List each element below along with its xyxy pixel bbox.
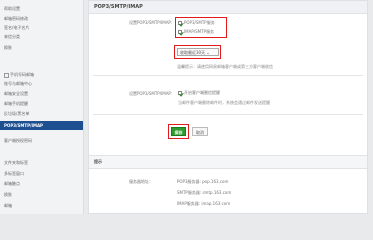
sidebar-item-label: 账号与邮箱中心 bbox=[4, 81, 32, 86]
sidebar-item-label: 客户端授权密码 bbox=[4, 138, 32, 143]
sidebar-item[interactable]: 邮箱密码修改 bbox=[4, 16, 28, 21]
delete-notice-option[interactable]: 开启客户端删信提醒 bbox=[178, 90, 220, 95]
imap-option[interactable]: IMAP/SMTP服务 bbox=[178, 29, 214, 34]
page-title: POP3/SMTP/IMAP bbox=[94, 4, 143, 10]
sidebar-item[interactable]: 文件夹和标签 bbox=[4, 160, 28, 165]
pop3-label: POP3/SMTP服务 bbox=[184, 20, 215, 25]
sidebar-item-label: 邮箱 bbox=[4, 203, 12, 208]
sidebar-item[interactable]: 换肤 bbox=[4, 45, 12, 50]
sidebar-item-label: 手机号码邮箱 bbox=[10, 72, 34, 77]
sidebar-item-label: 换肤 bbox=[4, 192, 12, 197]
sidebar-item-label: 邮箱安全设置 bbox=[4, 91, 28, 96]
pop3-checkbox[interactable] bbox=[178, 21, 182, 25]
server-address: SMTP服务器: smtp.163.com bbox=[177, 190, 232, 195]
settings-sidebar: 帮助设置 邮箱密码修改 签名/电子名片 来信分类 换肤 手机号码邮箱 账号与邮箱中心 邮箱安全… bbox=[0, 0, 84, 214]
sidebar-item[interactable]: 换肤 bbox=[4, 192, 12, 197]
sidebar-item[interactable]: 邮箱安全设置 bbox=[4, 91, 28, 96]
section-header: 提示 bbox=[89, 155, 367, 169]
setting-label: 设置POP3/SMTP/IMAP: bbox=[129, 20, 173, 25]
sidebar-item-label: 文件夹和标签 bbox=[4, 160, 28, 165]
main-panel: POP3/SMTP/IMAP 设置POP3/SMTP/IMAP: POP3/SM… bbox=[88, 0, 368, 214]
tip-text: 温馨提示：请使用网易邮箱客户端或第三方客户端收信 bbox=[177, 64, 273, 69]
imap-label: IMAP/SMTP服务 bbox=[184, 29, 214, 34]
sidebar-item[interactable]: 多标签窗口 bbox=[4, 171, 24, 176]
sidebar-item-label: 邮箱密码修改 bbox=[4, 16, 28, 21]
sidebar-item-label: 帮助设置 bbox=[4, 6, 20, 11]
section-title: 提示 bbox=[94, 159, 102, 164]
sidebar-item[interactable]: 来信分类 bbox=[4, 34, 20, 39]
sidebar-item[interactable]: 邮箱手机提醒 bbox=[4, 101, 28, 106]
sidebar-item[interactable]: 反垃圾/黑名单 bbox=[4, 111, 29, 116]
delete-notice-label: 开启客户端删信提醒 bbox=[184, 90, 220, 95]
sidebar-item-label: 签名/电子名片 bbox=[4, 25, 30, 30]
pop3-option[interactable]: POP3/SMTP服务 bbox=[178, 20, 215, 25]
imap-checkbox[interactable] bbox=[178, 30, 182, 34]
divider bbox=[93, 114, 363, 115]
sidebar-item-label: 邮箱手机提醒 bbox=[4, 101, 28, 106]
save-button[interactable]: 保存 bbox=[171, 127, 186, 136]
sidebar-item-label: 来信分类 bbox=[4, 34, 20, 39]
server-address-label: 服务器地址： bbox=[129, 179, 153, 184]
sidebar-item[interactable]: 邮箱 bbox=[4, 203, 12, 208]
phone-icon bbox=[4, 72, 9, 78]
sidebar-item[interactable]: POP3/SMTP/IMAP bbox=[0, 121, 83, 130]
divider bbox=[93, 75, 363, 76]
sidebar-item[interactable]: 手机号码邮箱 bbox=[4, 72, 34, 78]
panel-header: POP3/SMTP/IMAP bbox=[89, 1, 367, 14]
server-address: POP3服务器: pop.163.com bbox=[177, 179, 229, 184]
sidebar-item-label: 邮箱触点 bbox=[4, 181, 20, 186]
sidebar-item[interactable]: 账号与邮箱中心 bbox=[4, 81, 32, 86]
sidebar-item-label: 多标签窗口 bbox=[4, 171, 24, 176]
second-setting-label: 设置POP3/SMTP/IMAP: bbox=[129, 91, 173, 96]
sidebar-item-label: 换肤 bbox=[4, 45, 12, 50]
sidebar-item[interactable]: 帮助设置 bbox=[4, 6, 20, 11]
sidebar-item[interactable]: 邮箱触点 bbox=[4, 181, 20, 186]
sidebar-item[interactable]: 签名/电子名片 bbox=[4, 25, 29, 30]
fetch-range-select[interactable]: 收取最近30天 ⌄ bbox=[177, 48, 219, 56]
server-address: IMAP服务器: imap.163.com bbox=[177, 201, 231, 206]
delete-notice-sub: 当邮件客户端删除邮件时，系统会通过邮件发送提醒 bbox=[178, 100, 270, 105]
sidebar-item-label: 反垃圾/黑名单 bbox=[4, 111, 30, 116]
sidebar-item-label: POP3/SMTP/IMAP bbox=[4, 123, 43, 128]
cancel-button[interactable]: 取消 bbox=[192, 127, 208, 136]
sidebar-item[interactable]: 客户端授权密码 bbox=[4, 138, 32, 143]
delete-notice-checkbox[interactable] bbox=[178, 91, 182, 95]
